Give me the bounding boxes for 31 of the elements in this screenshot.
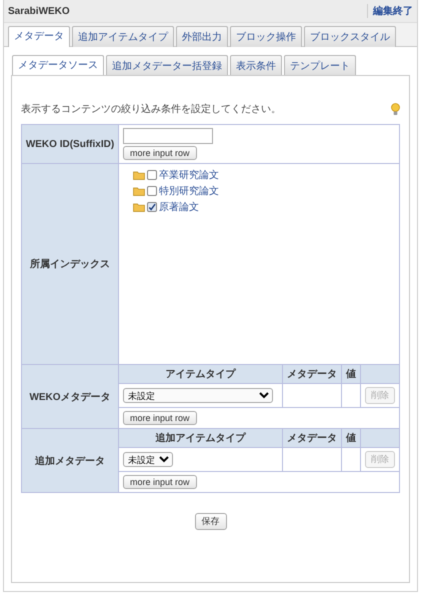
column-header: メタデータ [282, 428, 342, 448]
dropdown[interactable]: 未設定 [123, 452, 173, 467]
dropdown[interactable]: 未設定 [123, 388, 273, 403]
instruction-text: 表示するコンテンツの絞り込み条件を設定してください。 [21, 102, 281, 116]
tab[interactable]: 外部出力 [176, 26, 228, 47]
column-header: アイテムタイプ [118, 364, 282, 384]
more-input-row-button[interactable]: more input row [123, 146, 197, 160]
tab[interactable]: ブロック操作 [230, 26, 302, 47]
column-header: 値 [342, 364, 360, 384]
tab[interactable]: メタデータ [8, 26, 70, 47]
more-input-row-button[interactable]: more input row [123, 411, 197, 425]
tab[interactable]: テンプレート [284, 55, 356, 76]
row-header: 所属インデックス [22, 164, 118, 364]
row-header: WEKO ID(SuffixID) [22, 124, 118, 164]
more-input-row-button[interactable]: more input row [123, 475, 197, 489]
column-header: 値 [342, 428, 360, 448]
app-title: SarabiWEKO [8, 6, 70, 16]
tab[interactable]: 追加メタデーター括登録 [106, 55, 228, 76]
end-edit-link[interactable]: 編集終了 [367, 4, 413, 18]
row-header: WEKOメタデータ [22, 364, 118, 428]
index-link[interactable]: 原著論文 [159, 200, 199, 214]
tab[interactable]: ブロックスタイル [304, 26, 396, 47]
save-button[interactable]: 保存 [194, 513, 226, 530]
index-link[interactable]: 特別研究論文 [159, 184, 219, 198]
tab[interactable]: 表示条件 [230, 55, 282, 76]
tab[interactable]: メタデータソース [12, 55, 104, 76]
index-link[interactable]: 卒業研究論文 [159, 168, 219, 182]
tab[interactable]: 追加アイテムタイプ [72, 26, 174, 47]
row-header: 追加メタデータ [22, 428, 118, 492]
column-header: メタデータ [282, 364, 342, 384]
column-header: 追加アイテムタイプ [118, 428, 282, 448]
